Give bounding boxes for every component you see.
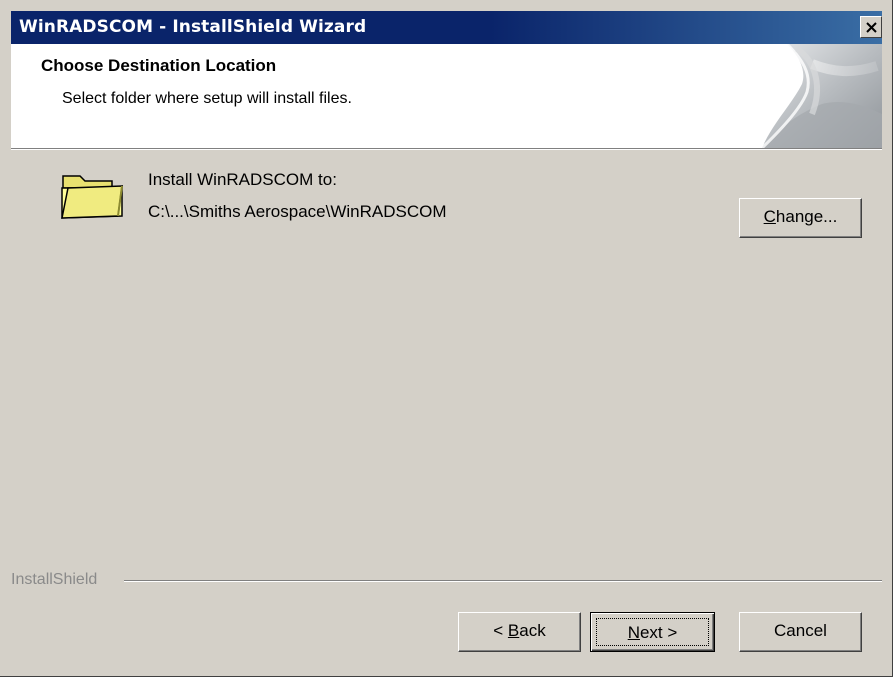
folder-icon (61, 175, 123, 219)
change-button[interactable]: Change... (739, 198, 862, 238)
next-button-label: ext > (639, 623, 678, 642)
next-button-focus-rect: Next > (596, 618, 709, 646)
header-divider-highlight (11, 149, 882, 150)
next-button[interactable]: Next > (590, 612, 715, 652)
installshield-brand-label: InstallShield (11, 571, 98, 588)
install-destination-label: Install WinRADSCOM to: (148, 170, 337, 189)
footer-divider-highlight (124, 581, 882, 582)
back-button[interactable]: < Back (458, 612, 581, 652)
back-button-mnemonic: B (507, 621, 520, 640)
next-button-mnemonic: N (627, 623, 640, 642)
installshield-wizard-window: WinRADSCOM - InstallShield Wizard Choose… (0, 0, 893, 677)
cancel-button[interactable]: Cancel (739, 612, 862, 652)
back-button-label: ack (519, 621, 546, 640)
change-button-label: hange... (775, 207, 838, 226)
page-title: Choose Destination Location (41, 56, 277, 75)
close-icon (866, 22, 877, 33)
installshield-banner-art (760, 44, 882, 148)
title-bar[interactable]: WinRADSCOM - InstallShield Wizard (11, 11, 882, 44)
back-button-prefix: < (493, 621, 508, 640)
close-button[interactable] (860, 16, 882, 38)
change-button-mnemonic: C (763, 207, 776, 226)
window-title: WinRADSCOM - InstallShield Wizard (19, 17, 367, 37)
install-destination-path: C:\...\Smiths Aerospace\WinRADSCOM (148, 202, 447, 221)
header-banner: Choose Destination Location Select folde… (11, 44, 882, 148)
page-subtitle: Select folder where setup will install f… (62, 90, 352, 107)
